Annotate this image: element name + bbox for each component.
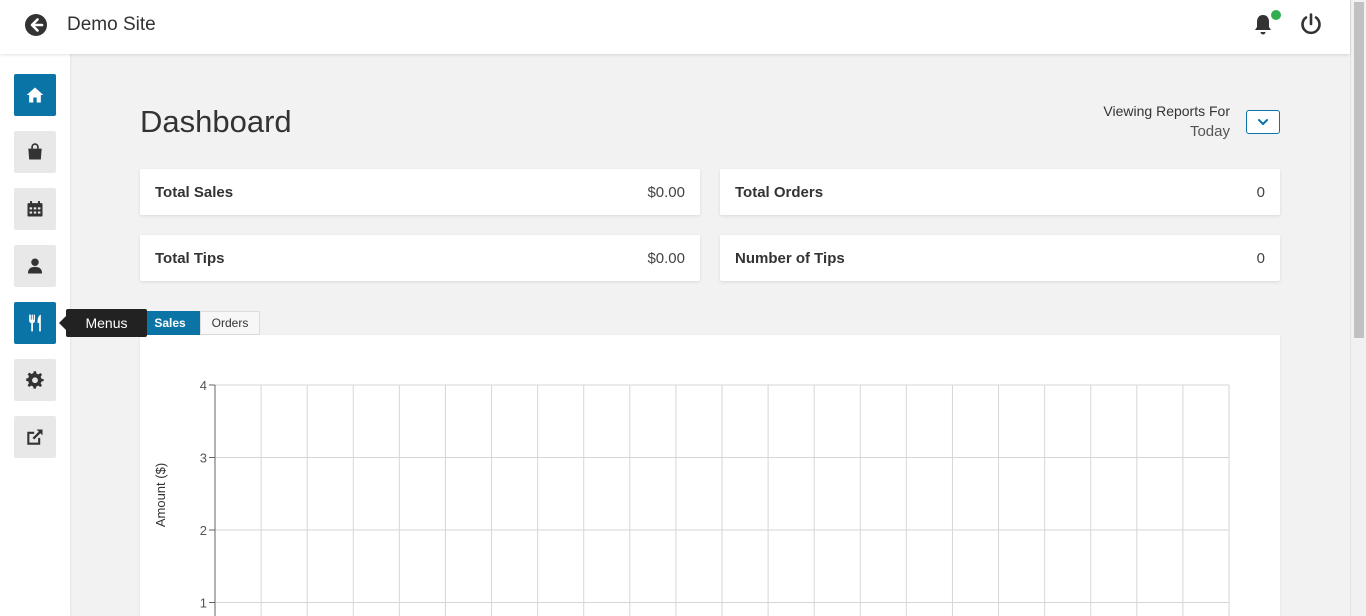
total-sales-card: Total Sales $0.00: [140, 169, 700, 215]
shopping-bag-icon: [28, 143, 42, 160]
total-tips-card: Total Tips $0.00: [140, 235, 700, 281]
card-value: $0.00: [647, 183, 685, 201]
period-dropdown-button[interactable]: [1246, 110, 1280, 134]
top-bar: Demo Site: [0, 0, 1350, 54]
card-value: 0: [1256, 183, 1265, 201]
card-label: Number of Tips: [735, 249, 845, 267]
chevron-down-icon: [1258, 119, 1268, 125]
chart-y-tick-label: 4: [200, 378, 207, 393]
card-label: Total Tips: [155, 249, 225, 267]
arrow-left-circle-icon[interactable]: [24, 13, 48, 37]
chart-y-axis-label: Amount ($): [153, 463, 168, 527]
card-value: 0: [1256, 249, 1265, 267]
sidebar-item-menus[interactable]: [14, 302, 56, 344]
card-label: Total Orders: [735, 183, 824, 201]
chart-y-tick-label: 2: [200, 523, 207, 538]
card-label: Total Sales: [155, 183, 234, 201]
gear-icon: [26, 371, 44, 389]
page-scrollbar[interactable]: [1350, 0, 1366, 616]
sales-chart: 4 3 2 1 Amount ($): [153, 378, 1230, 616]
card-value: $0.00: [647, 249, 685, 267]
total-orders-card: Total Orders 0: [720, 169, 1280, 215]
scrollbar-thumb[interactable]: [1354, 2, 1364, 338]
sidebar-item-settings[interactable]: [14, 359, 56, 401]
viewing-reports-label: Viewing Reports For: [1103, 103, 1230, 119]
notification-dot: [1271, 10, 1281, 20]
utensils-icon: [29, 314, 41, 332]
chart-y-tick-label: 3: [200, 451, 207, 466]
tab-orders[interactable]: Orders: [200, 311, 260, 335]
sidebar: [0, 54, 70, 616]
sales-chart-panel: 4 3 2 1 Amount ($): [140, 335, 1280, 616]
external-link-icon: [27, 429, 43, 445]
site-title: Demo Site: [67, 14, 156, 35]
sidebar-tooltip: Menus: [59, 309, 147, 337]
sidebar-item-orders[interactable]: [14, 131, 56, 173]
user-icon: [27, 258, 43, 274]
sidebar-item-home[interactable]: [14, 74, 56, 116]
home-icon: [26, 87, 44, 103]
sidebar-item-users[interactable]: [14, 245, 56, 287]
calendar-icon: [27, 201, 43, 217]
sidebar-item-external-link[interactable]: [14, 416, 56, 458]
page-title: Dashboard: [140, 104, 292, 139]
chart-y-tick-label: 1: [200, 596, 207, 611]
number-of-tips-card: Number of Tips 0: [720, 235, 1280, 281]
power-icon[interactable]: [1299, 12, 1323, 36]
sidebar-item-calendar[interactable]: [14, 188, 56, 230]
tab-sales[interactable]: Sales: [140, 311, 200, 335]
viewing-reports-value: Today: [1189, 123, 1230, 140]
